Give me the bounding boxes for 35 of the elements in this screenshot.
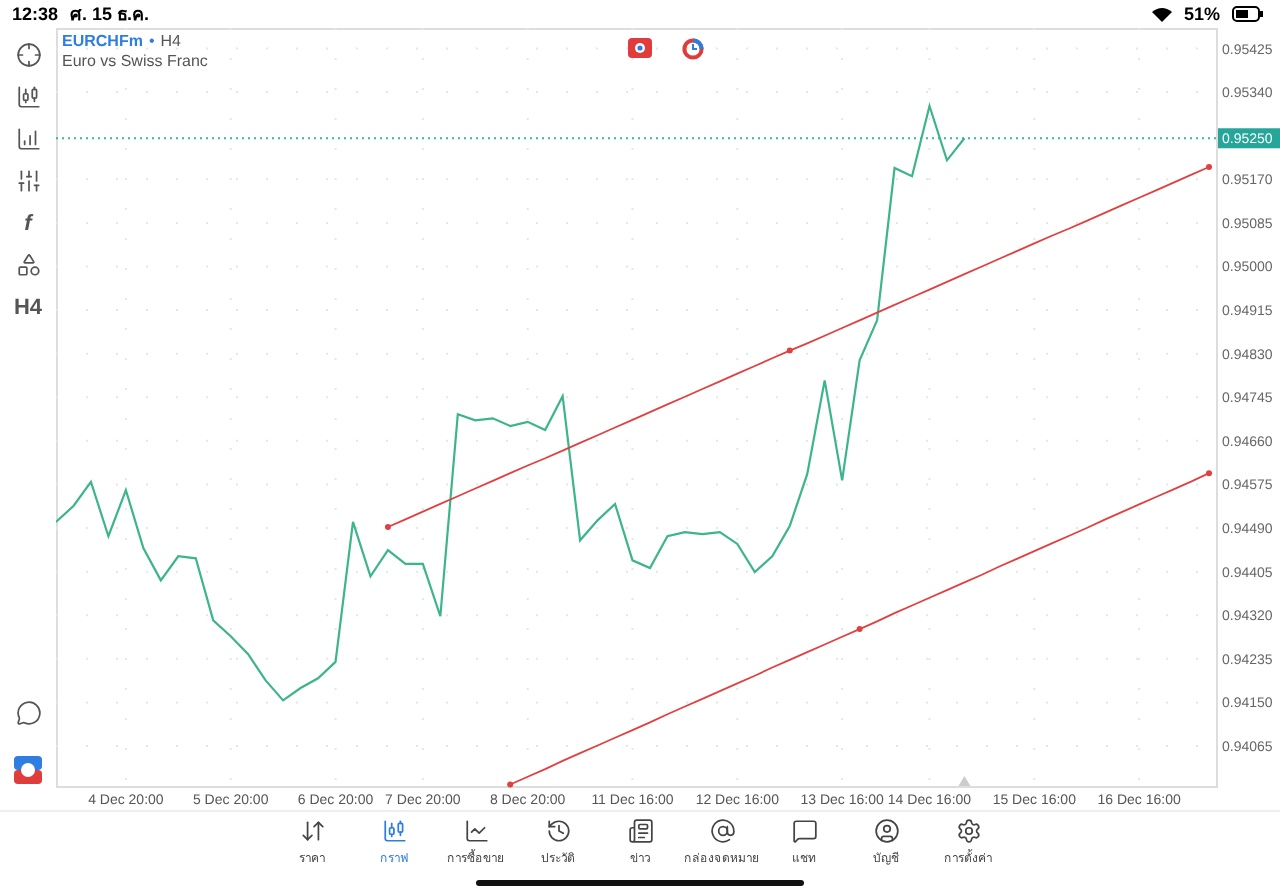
battery-icon — [1232, 6, 1264, 22]
line-chart-icon — [463, 818, 489, 844]
clock-icon[interactable] — [682, 38, 704, 60]
camera-icon[interactable] — [628, 38, 652, 58]
bar-chart-icon — [15, 126, 41, 152]
timeframe-label: H4 — [160, 32, 181, 50]
candlestick-icon — [15, 84, 41, 110]
chat-icon — [791, 818, 817, 844]
settings-icon — [955, 818, 981, 844]
point — [507, 781, 514, 788]
at-sign-icon — [709, 818, 735, 844]
point — [786, 347, 793, 354]
status-time: 12:38 — [12, 4, 59, 24]
user-icon — [873, 818, 899, 844]
point — [384, 524, 391, 531]
symbol-name[interactable]: EURCHFm — [62, 32, 143, 50]
status-date: ศ. 15 ธ.ค. — [70, 2, 150, 28]
sliders-icon — [15, 168, 41, 194]
newspaper-icon — [627, 818, 653, 844]
wifi-icon — [1151, 6, 1172, 22]
shapes-icon — [15, 252, 41, 278]
point — [1206, 163, 1213, 170]
point — [856, 626, 863, 633]
toolbar-button[interactable]: f — [6, 204, 50, 242]
toolbar-button[interactable]: H4 — [6, 288, 50, 326]
history-icon — [545, 818, 571, 844]
marker-icon — [958, 776, 971, 786]
battery-level: 51% — [1183, 4, 1220, 24]
separator-dot: • — [148, 32, 155, 50]
app-logo-icon[interactable] — [14, 756, 42, 784]
symbol-description: Euro vs Swiss Franc — [62, 52, 208, 70]
candlestick-icon — [381, 818, 407, 844]
point — [1206, 470, 1213, 477]
arrows-icon — [299, 818, 325, 844]
crosshair-icon — [15, 42, 41, 68]
